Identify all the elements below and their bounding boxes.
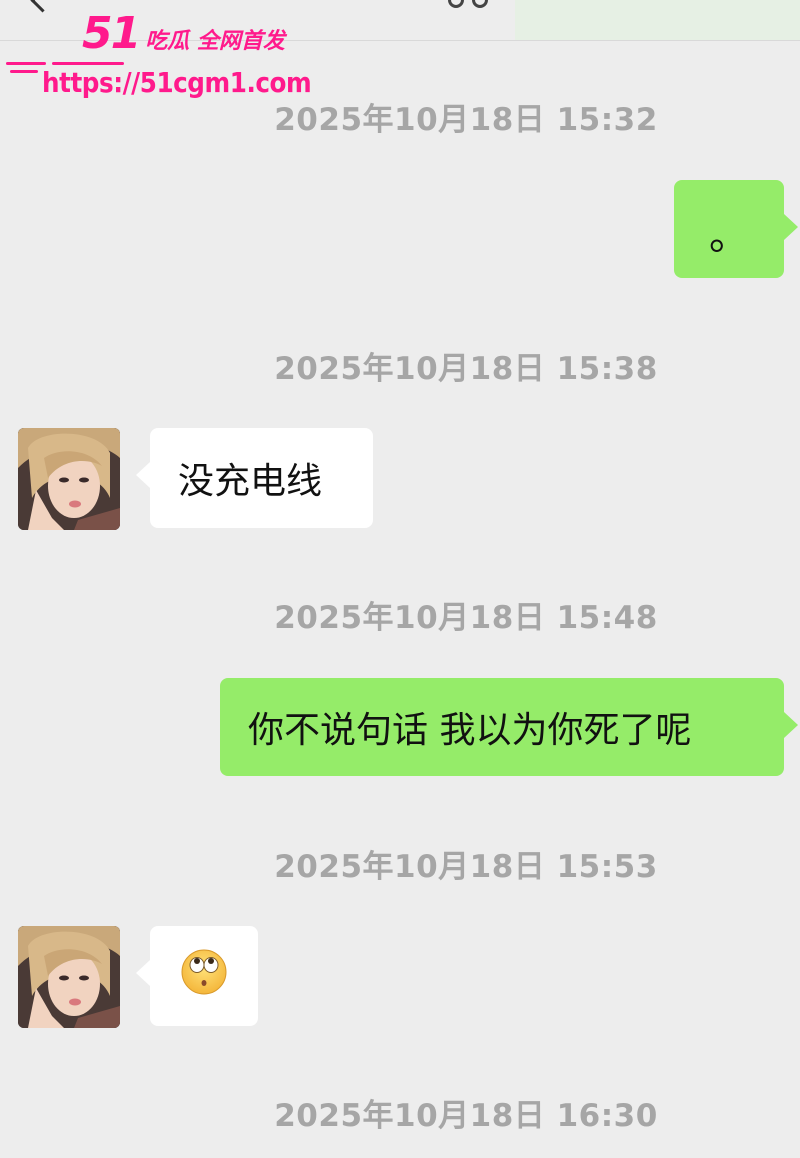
chat-screen: 51 吃瓜 全网首发 https://51cgm1.com 2025年10月18… <box>0 0 800 1158</box>
message-timestamp: 2025年10月18日 15:53 <box>274 849 658 885</box>
bubble-tail <box>136 462 150 488</box>
message-timestamp: 2025年10月18日 16:30 <box>274 1098 658 1134</box>
bubble-tail <box>784 214 798 240</box>
bubble-tail <box>784 712 798 738</box>
contact-avatar[interactable] <box>18 926 120 1028</box>
watermark-dash <box>6 62 46 65</box>
watermark-brand-text: 吃瓜 全网首发 <box>145 29 285 54</box>
title-bar-background <box>515 0 800 40</box>
contact-avatar[interactable] <box>18 428 120 530</box>
message-text: 没充电线 <box>178 461 323 502</box>
message-timestamp: 2025年10月18日 15:48 <box>274 600 658 636</box>
message-text: 。 <box>709 213 749 259</box>
bubble-tail <box>136 960 150 986</box>
sent-message-bubble[interactable]: 。 <box>674 180 798 278</box>
eye-roll-emoji-icon <box>181 949 227 995</box>
message-timestamp: 2025年10月18日 15:32 <box>274 102 658 138</box>
watermark-dash <box>52 62 124 65</box>
more-options-icon[interactable] <box>448 0 492 12</box>
received-emoji-bubble[interactable] <box>136 926 258 1026</box>
watermark-number: 51 <box>82 8 141 59</box>
sent-message-bubble[interactable]: 你不说句话 我以为你死了呢 <box>220 678 798 776</box>
watermark-logo: 51 吃瓜 全网首发 https://51cgm1.com <box>0 8 312 108</box>
watermark-dash <box>10 70 38 73</box>
message-timestamp: 2025年10月18日 15:38 <box>274 351 658 387</box>
received-message-bubble[interactable]: 没充电线 <box>136 428 373 528</box>
message-text: 你不说句话 我以为你死了呢 <box>248 710 692 751</box>
